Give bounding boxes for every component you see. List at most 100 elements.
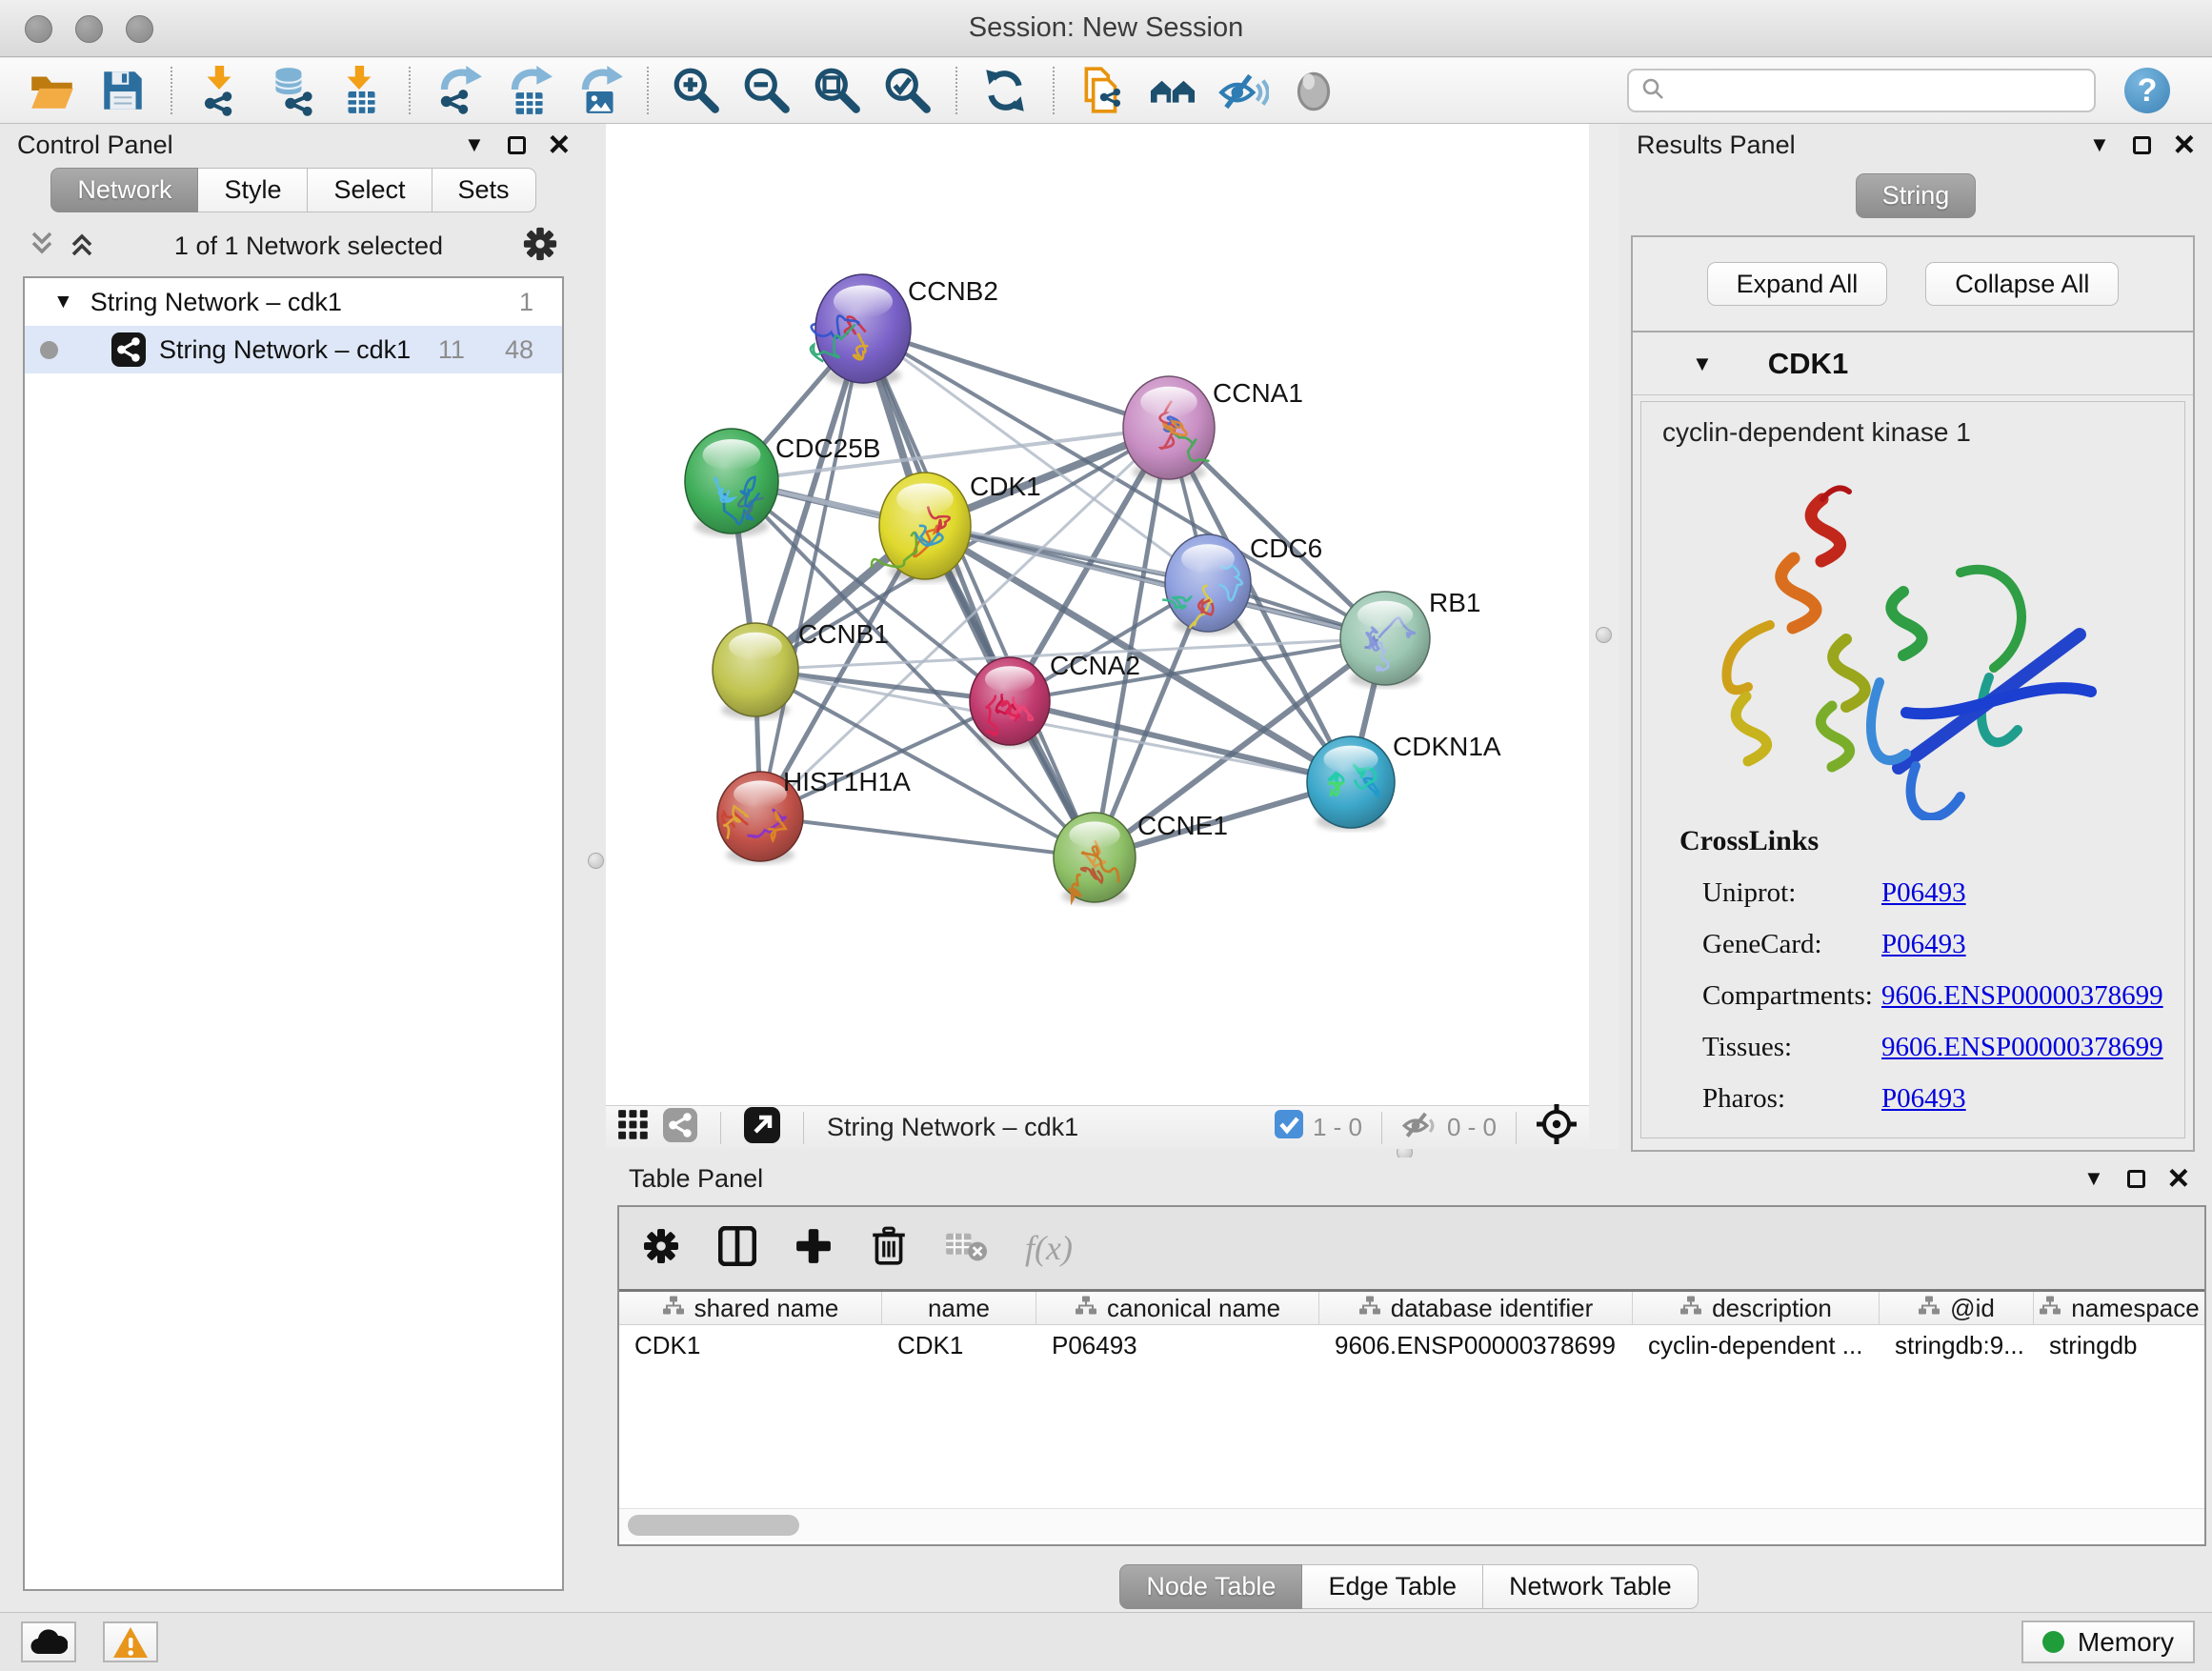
table-cell[interactable]: CDK1 — [882, 1325, 1036, 1367]
network-node-CCNA1[interactable]: CCNA1 — [1123, 376, 1303, 482]
crosslink-link[interactable]: 9606.ENSP00000378699 — [1881, 980, 2163, 1012]
network-node-CCNB2[interactable]: CCNB2 — [811, 274, 998, 386]
table-settings-gear-icon[interactable] — [642, 1227, 680, 1270]
network-node-CDKN1A[interactable]: CDKN1A — [1307, 732, 1501, 831]
export-table-button[interactable] — [503, 65, 554, 116]
tab-style[interactable]: Style — [198, 168, 308, 212]
close-window-button[interactable] — [25, 15, 52, 43]
network-node-CCNE1[interactable]: CCNE1 — [1054, 811, 1228, 905]
collapse-all-networks-icon[interactable] — [29, 230, 55, 263]
tab-edge-table[interactable]: Edge Table — [1302, 1564, 1483, 1609]
import-table-file-button[interactable] — [335, 65, 387, 116]
table-cell[interactable]: stringdb:9... — [1880, 1325, 2034, 1367]
warnings-button[interactable] — [103, 1621, 158, 1662]
table-panel-close-button[interactable]: × — [2168, 1170, 2189, 1188]
crosslink-link[interactable]: P06493 — [1881, 1083, 1966, 1115]
vertical-splitter-left[interactable] — [587, 124, 606, 1612]
memory-button[interactable]: Memory — [2021, 1621, 2195, 1663]
column-header--id[interactable]: @id — [1880, 1292, 2034, 1324]
tab-network-table[interactable]: Network Table — [1483, 1564, 1699, 1609]
tab-node-table[interactable]: Node Table — [1119, 1564, 1302, 1609]
split-columns-icon[interactable] — [718, 1226, 756, 1271]
zoom-out-button[interactable] — [741, 65, 793, 116]
first-neighbors-button[interactable] — [1147, 65, 1198, 116]
results-panel-float-button[interactable] — [2133, 136, 2151, 154]
export-image-button[interactable] — [573, 65, 625, 116]
table-panel-menu-button[interactable]: ▼ — [2083, 1168, 2104, 1189]
network-row-selected[interactable]: String Network – cdk1 11 48 — [25, 326, 562, 373]
table-cell[interactable]: P06493 — [1036, 1325, 1319, 1367]
control-panel-float-button[interactable] — [508, 136, 526, 154]
delete-column-icon[interactable] — [871, 1225, 907, 1272]
selected-checkbox[interactable] — [1275, 1110, 1303, 1145]
results-panel-close-button[interactable]: × — [2174, 136, 2195, 154]
column-header-namespace[interactable]: namespace — [2034, 1292, 2205, 1324]
open-file-button[interactable] — [27, 65, 78, 116]
column-header-shared-name[interactable]: shared name — [619, 1292, 882, 1324]
control-panel-menu-button[interactable]: ▼ — [464, 134, 485, 155]
network-node-CCNB1[interactable]: CCNB1 — [713, 619, 889, 719]
minimize-window-button[interactable] — [75, 15, 103, 43]
control-panel-close-button[interactable]: × — [549, 136, 570, 154]
vertical-splitter-right[interactable] — [1589, 124, 1619, 1158]
share-network-icon[interactable] — [663, 1108, 697, 1147]
table-horizontal-scrollbar[interactable] — [619, 1508, 2204, 1541]
zoom-fit-button[interactable] — [812, 65, 863, 116]
column-header-canonical-name[interactable]: canonical name — [1036, 1292, 1319, 1324]
refresh-button[interactable] — [979, 65, 1031, 116]
tab-select[interactable]: Select — [308, 168, 432, 212]
splitter-handle[interactable] — [1596, 627, 1612, 643]
scrollbar-thumb[interactable] — [628, 1515, 799, 1536]
tab-network[interactable]: Network — [50, 168, 198, 212]
export-network-button[interactable] — [432, 65, 484, 116]
network-collection-row[interactable]: ▼ String Network – cdk1 1 — [25, 278, 562, 326]
control-panel: Control Panel ▼ × Network Style Select S… — [0, 124, 587, 1612]
table-row[interactable]: CDK1CDK1P064939606.ENSP00000378699cyclin… — [619, 1325, 2204, 1367]
crosslink-link[interactable]: P06493 — [1881, 877, 1966, 909]
table-cell[interactable]: 9606.ENSP00000378699 — [1319, 1325, 1633, 1367]
results-panel-menu-button[interactable]: ▼ — [2089, 134, 2110, 155]
column-header-name[interactable]: name — [882, 1292, 1036, 1324]
expand-all-button[interactable]: Expand All — [1707, 262, 1888, 306]
birds-eye-grid-icon[interactable] — [617, 1109, 650, 1146]
zoom-in-button[interactable] — [671, 65, 722, 116]
zoom-selected-button[interactable] — [882, 65, 934, 116]
import-network-database-button[interactable] — [265, 65, 316, 116]
network-node-RB1[interactable]: RB1 — [1340, 588, 1480, 688]
network-edge-HIST1H1A-CCNE1[interactable] — [760, 816, 1095, 857]
network-canvas[interactable]: CCNB2 CCNA1 CDC25B CDK1 CDC6 RB1 CCNB1 C… — [606, 124, 1589, 1105]
hidden-eye-icon[interactable] — [1401, 1109, 1438, 1146]
maximize-window-button[interactable] — [126, 15, 153, 43]
tab-sets[interactable]: Sets — [432, 168, 536, 212]
show-all-button[interactable] — [1288, 65, 1339, 116]
network-node-CDK1[interactable]: CDK1 — [872, 472, 1041, 582]
crosslink-link[interactable]: P06493 — [1881, 929, 1966, 960]
hide-selected-button[interactable] — [1217, 65, 1269, 116]
import-network-file-button[interactable] — [194, 65, 246, 116]
gene-entry-header[interactable]: ▼ CDK1 — [1633, 332, 2193, 395]
collection-expand-icon[interactable]: ▼ — [53, 291, 73, 313]
save-session-button[interactable] — [97, 65, 149, 116]
table-panel-float-button[interactable] — [2127, 1170, 2145, 1188]
column-header-database-identifier[interactable]: database identifier — [1319, 1292, 1633, 1324]
table-cell[interactable]: CDK1 — [619, 1325, 882, 1367]
table-cell[interactable]: stringdb — [2034, 1325, 2205, 1367]
search-input[interactable] — [1673, 75, 2082, 107]
expand-all-networks-icon[interactable] — [69, 230, 95, 263]
network-options-gear-icon[interactable] — [522, 226, 558, 267]
table-cell[interactable]: cyclin-dependent ... — [1633, 1325, 1880, 1367]
add-column-icon[interactable] — [794, 1227, 833, 1270]
gene-collapse-icon[interactable]: ▼ — [1692, 353, 1713, 374]
tab-string[interactable]: String — [1856, 173, 1977, 218]
splitter-handle[interactable] — [588, 853, 604, 869]
fit-selected-crosshair-icon[interactable] — [1536, 1103, 1578, 1152]
traffic-lights[interactable] — [25, 15, 153, 43]
help-button[interactable]: ? — [2124, 68, 2170, 113]
collapse-all-button[interactable]: Collapse All — [1925, 262, 2119, 306]
open-in-window-icon[interactable] — [744, 1107, 780, 1148]
crosslink-link[interactable]: 9606.ENSP00000378699 — [1881, 1032, 2163, 1063]
column-header-description[interactable]: description — [1633, 1292, 1880, 1324]
cloud-services-button[interactable] — [21, 1621, 76, 1662]
new-network-from-selection-button[interactable] — [1076, 65, 1128, 116]
network-node-HIST1H1A[interactable]: HIST1H1A — [717, 767, 911, 864]
